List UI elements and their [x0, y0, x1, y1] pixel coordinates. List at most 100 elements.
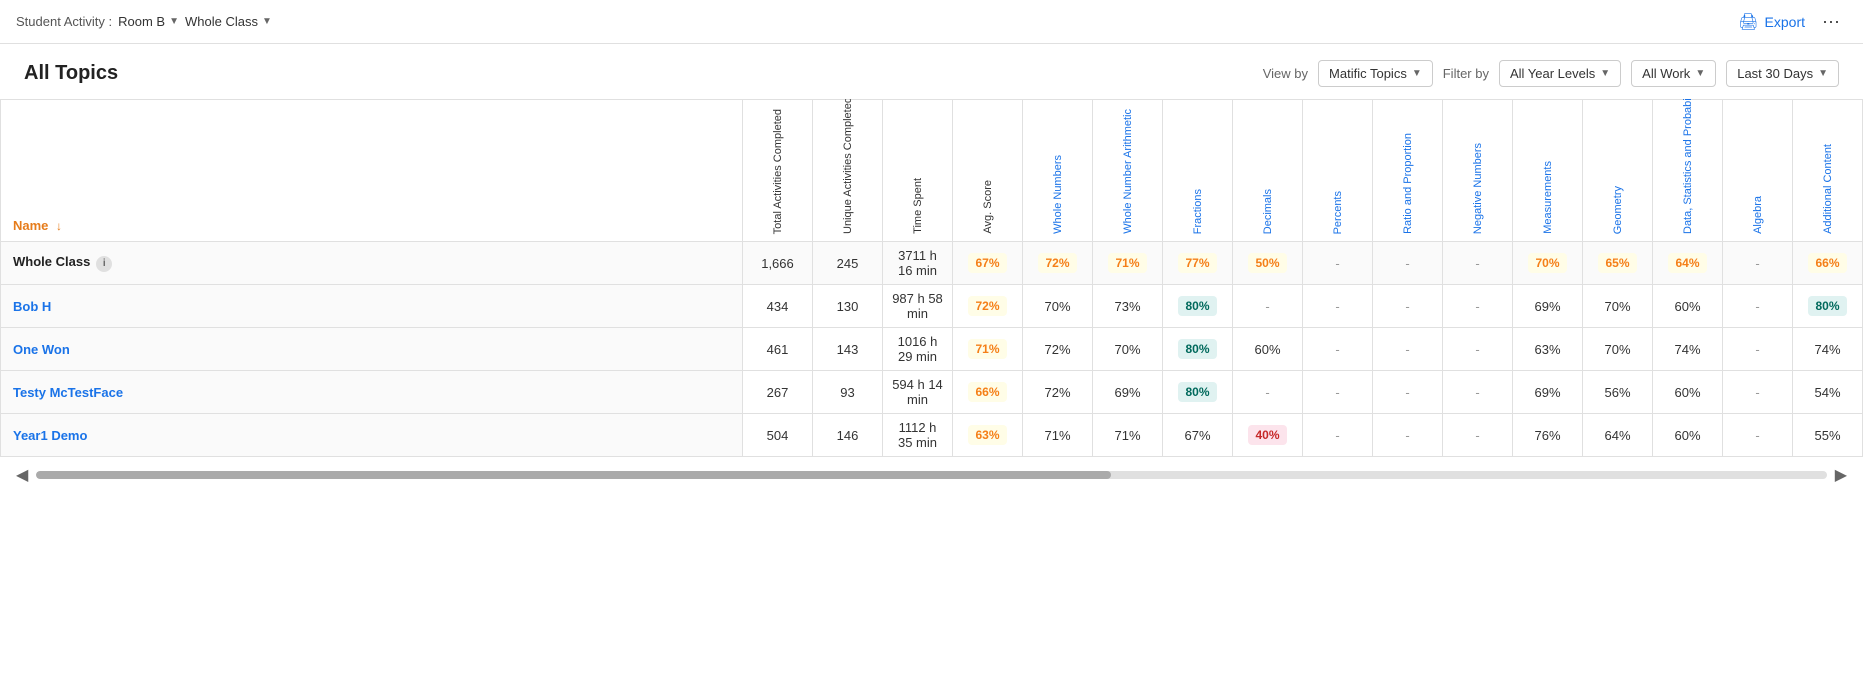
- table-cell: 74%: [1653, 328, 1723, 371]
- year-level-caret: ▼: [1600, 68, 1610, 79]
- time-spent-cell: 987 h 58 min: [883, 285, 953, 328]
- student-name-cell[interactable]: Year1 Demo: [1, 414, 743, 457]
- student-name-cell[interactable]: Testy McTestFace: [1, 371, 743, 414]
- time-spent-cell: 3711 h 16 min: [883, 242, 953, 285]
- table-cell: -: [1373, 371, 1443, 414]
- score-badge: 50%: [1248, 253, 1286, 273]
- table-cell: 74%: [1793, 328, 1863, 371]
- table-cell: 71%: [953, 328, 1023, 371]
- data-table-container: Name ↓ Total Activities Completed Unique…: [0, 99, 1863, 457]
- dash-value: -: [1755, 256, 1759, 271]
- class-dropdown[interactable]: Whole Class ▼: [185, 14, 272, 29]
- view-by-dropdown[interactable]: Matific Topics ▼: [1318, 60, 1433, 87]
- dash-value: -: [1475, 256, 1479, 271]
- table-cell: 69%: [1513, 285, 1583, 328]
- ratio-label: Ratio and Proportion: [1402, 133, 1414, 234]
- algebra-header: Algebra: [1723, 100, 1793, 242]
- table-cell: 64%: [1583, 414, 1653, 457]
- table-cell: 71%: [1093, 414, 1163, 457]
- table-cell: 55%: [1793, 414, 1863, 457]
- room-dropdown[interactable]: Room B ▼: [118, 14, 179, 29]
- info-icon[interactable]: i: [96, 256, 112, 272]
- year-level-dropdown[interactable]: All Year Levels ▼: [1499, 60, 1621, 87]
- total-activities-cell: 1,666: [743, 242, 813, 285]
- year-level-value: All Year Levels: [1510, 66, 1595, 81]
- table-cell: 60%: [1233, 328, 1303, 371]
- dash-value: -: [1475, 428, 1479, 443]
- table-cell: 80%: [1793, 285, 1863, 328]
- table-cell: 76%: [1513, 414, 1583, 457]
- unique-activities-cell: 130: [813, 285, 883, 328]
- table-cell: -: [1303, 328, 1373, 371]
- table-cell: 70%: [1513, 242, 1583, 285]
- work-dropdown[interactable]: All Work ▼: [1631, 60, 1716, 87]
- dash-value: -: [1335, 385, 1339, 400]
- dash-value: -: [1335, 428, 1339, 443]
- whole-numbers-header: Whole Numbers: [1023, 100, 1093, 242]
- student-name-cell[interactable]: Bob H: [1, 285, 743, 328]
- table-cell: 60%: [1653, 414, 1723, 457]
- more-options-button[interactable]: ···: [1815, 6, 1847, 38]
- student-name-cell: Whole Classi: [1, 242, 743, 285]
- table-cell: 69%: [1093, 371, 1163, 414]
- table-cell: 77%: [1163, 242, 1233, 285]
- table-body: Whole Classi 1,666 245 3711 h 16 min 67%…: [1, 242, 1863, 457]
- unique-activities-cell: 93: [813, 371, 883, 414]
- dash-value: -: [1335, 299, 1339, 314]
- table-cell: -: [1303, 242, 1373, 285]
- view-by-label: View by: [1263, 66, 1308, 81]
- table-row: One Won 461 143 1016 h 29 min 71% 72% 70…: [1, 328, 1863, 371]
- class-dropdown-arrow: ▼: [262, 16, 272, 27]
- table-cell: 70%: [1583, 285, 1653, 328]
- score-badge: 67%: [968, 253, 1006, 273]
- table-cell: 73%: [1093, 285, 1163, 328]
- date-dropdown[interactable]: Last 30 Days ▼: [1726, 60, 1839, 87]
- dash-value: -: [1405, 342, 1409, 357]
- dash-value: -: [1755, 299, 1759, 314]
- additional-content-label: Additional Content: [1822, 144, 1834, 234]
- data-stats-label: Data, Statistics and Probability: [1682, 104, 1694, 234]
- table-cell: 56%: [1583, 371, 1653, 414]
- table-cell: 70%: [1583, 328, 1653, 371]
- table-row: Year1 Demo 504 146 1112 h 35 min 63% 71%…: [1, 414, 1863, 457]
- total-activities-cell: 461: [743, 328, 813, 371]
- class-label: Whole Class: [185, 14, 258, 29]
- scroll-right-arrow[interactable]: ▶: [1835, 465, 1847, 485]
- title-row: All Topics View by Matific Topics ▼ Filt…: [0, 44, 1863, 99]
- table-cell: 72%: [1023, 242, 1093, 285]
- dash-value: -: [1335, 256, 1339, 271]
- negative-header: Negative Numbers: [1443, 100, 1513, 242]
- table-cell: 67%: [953, 242, 1023, 285]
- view-by-caret: ▼: [1412, 68, 1422, 79]
- table-cell: 63%: [953, 414, 1023, 457]
- view-by-value: Matific Topics: [1329, 66, 1407, 81]
- activity-table: Name ↓ Total Activities Completed Unique…: [0, 99, 1863, 457]
- table-cell: -: [1443, 371, 1513, 414]
- student-name-cell[interactable]: One Won: [1, 328, 743, 371]
- dash-value: -: [1405, 299, 1409, 314]
- dash-value: -: [1405, 385, 1409, 400]
- unique-activities-header: Unique Activities Completed: [813, 100, 883, 242]
- table-cell: 72%: [1023, 328, 1093, 371]
- algebra-label: Algebra: [1752, 196, 1764, 234]
- total-activities-cell: 267: [743, 371, 813, 414]
- export-button[interactable]: 🖨 Export: [1738, 12, 1805, 32]
- time-spent-header: Time Spent: [883, 100, 953, 242]
- dash-value: -: [1335, 342, 1339, 357]
- score-badge: 66%: [1808, 253, 1846, 273]
- horizontal-scrollbar: ◀ ▶: [0, 457, 1863, 493]
- table-cell: -: [1723, 242, 1793, 285]
- score-badge: 72%: [1038, 253, 1076, 273]
- dash-value: -: [1265, 299, 1269, 314]
- scroll-left-arrow[interactable]: ◀: [16, 465, 28, 485]
- table-cell: 60%: [1653, 371, 1723, 414]
- scroll-track[interactable]: [36, 471, 1826, 479]
- name-column-header[interactable]: Name ↓: [1, 100, 743, 242]
- filter-by-label: Filter by: [1443, 66, 1489, 81]
- table-cell: -: [1723, 371, 1793, 414]
- header-right: 🖨 Export ···: [1738, 6, 1847, 38]
- score-badge: 77%: [1178, 253, 1216, 273]
- dash-value: -: [1755, 428, 1759, 443]
- table-cell: -: [1303, 371, 1373, 414]
- negative-label: Negative Numbers: [1472, 143, 1484, 234]
